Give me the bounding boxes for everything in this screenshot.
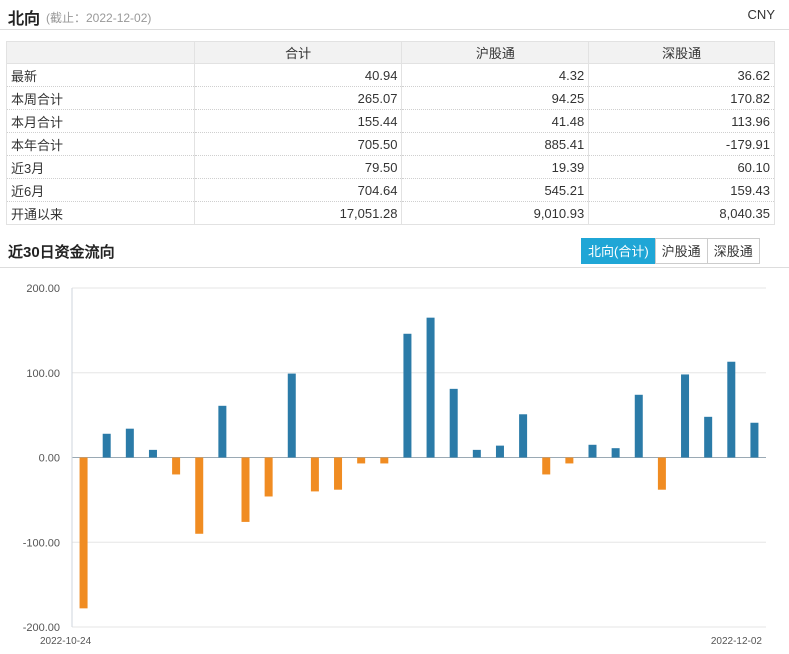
header-bar: 北向 (截止：2022-12-02) CNY	[0, 0, 789, 30]
y-tick-label: 0.00	[39, 453, 60, 465]
page-title: 北向	[8, 11, 41, 28]
channel-tabs: 北向(合计) 沪股通 深股通	[581, 238, 760, 264]
y-tick-label: -100.00	[23, 537, 60, 549]
table-row: 本月合计 155.44 41.48 113.96	[6, 109, 775, 133]
cell-sz: 159.43	[588, 178, 775, 202]
bar	[542, 457, 551, 475]
bar	[334, 457, 343, 490]
cell-sh: 545.21	[401, 178, 590, 202]
bar	[519, 414, 528, 458]
cell-total: 265.07	[193, 86, 403, 110]
tab-northbound-total[interactable]: 北向(合计)	[581, 238, 656, 264]
bar	[403, 333, 412, 458]
bar	[565, 457, 574, 464]
column-header: 深股通	[588, 41, 775, 64]
bar	[102, 433, 111, 458]
cell-total: 40.94	[193, 63, 403, 87]
cell-sh: 885.41	[401, 132, 590, 156]
bar	[426, 317, 435, 458]
bar	[79, 457, 88, 609]
cell-total: 705.50	[193, 132, 403, 156]
bar	[241, 457, 250, 522]
table-row: 最新 40.94 4.32 36.62	[6, 63, 775, 87]
bar	[495, 445, 504, 458]
row-label: 本月合计	[6, 109, 195, 133]
y-tick-label: -200.00	[23, 622, 60, 634]
cell-total: 155.44	[193, 109, 403, 133]
cell-total: 17,051.28	[193, 201, 403, 225]
cell-sh: 94.25	[401, 86, 590, 110]
bar	[218, 405, 227, 458]
table-header-row: 合计 沪股通 深股通	[6, 41, 775, 64]
bar	[750, 422, 759, 458]
table-row: 近6月 704.64 545.21 159.43	[6, 178, 775, 202]
x-tick-label: 2022-10-24	[40, 636, 92, 647]
cell-sz: 36.62	[588, 63, 775, 87]
cell-sh: 41.48	[401, 109, 590, 133]
cell-sz: 170.82	[588, 86, 775, 110]
bar	[611, 448, 620, 458]
bar	[681, 374, 690, 458]
x-tick-label: 2022-12-02	[711, 636, 763, 647]
bar	[357, 457, 366, 464]
cell-total: 704.64	[193, 178, 403, 202]
column-header: 合计	[193, 41, 403, 64]
tab-shanghai-connect[interactable]: 沪股通	[654, 238, 708, 264]
table-row: 开通以来 17,051.28 9,010.93 8,040.35	[6, 201, 775, 225]
column-header: 沪股通	[401, 41, 590, 64]
section-divider	[0, 267, 789, 268]
cell-sz: -179.91	[588, 132, 775, 156]
row-label: 开通以来	[6, 201, 195, 225]
section-title: 近30日资金流向	[8, 244, 115, 261]
bar	[264, 457, 273, 497]
row-label: 最新	[6, 63, 195, 87]
cell-total: 79.50	[193, 155, 403, 179]
bar	[125, 428, 134, 458]
tab-shenzhen-connect[interactable]: 深股通	[706, 238, 760, 264]
fund-flow-chart: 200.00 100.00 0.00 -100.00 -200.00 2022-10-24…	[23, 283, 766, 647]
bar	[588, 444, 597, 458]
y-tick-label: 100.00	[26, 368, 60, 380]
row-label: 近3月	[6, 155, 195, 179]
cell-sz: 60.10	[588, 155, 775, 179]
currency-label: CNY	[747, 7, 775, 22]
cell-sz: 113.96	[588, 109, 775, 133]
table-row: 近3月 79.50 19.39 60.10	[6, 155, 775, 179]
bar	[634, 394, 643, 458]
bar	[172, 457, 181, 475]
bar	[310, 457, 319, 492]
cell-sh: 4.32	[401, 63, 590, 87]
bar	[472, 449, 481, 458]
table-row: 本周合计 265.07 94.25 170.82	[6, 86, 775, 110]
as-of-date: (截止：2022-12-02)	[46, 11, 152, 25]
row-label: 近6月	[6, 178, 195, 202]
row-label: 本周合计	[6, 86, 195, 110]
bar	[727, 361, 736, 458]
bar	[704, 416, 713, 458]
summary-table: 合计 沪股通 深股通 最新 40.94 4.32 36.62 本周合计 265.…	[6, 41, 775, 225]
row-label: 本年合计	[6, 132, 195, 156]
cell-sz: 8,040.35	[588, 201, 775, 225]
y-tick-label: 200.00	[26, 283, 60, 295]
bar	[287, 373, 296, 458]
column-header	[6, 41, 195, 64]
cell-sh: 9,010.93	[401, 201, 590, 225]
bar	[380, 457, 389, 464]
bar	[657, 457, 666, 490]
bar	[195, 457, 204, 534]
bar	[449, 388, 458, 458]
table-row: 本年合计 705.50 885.41 -179.91	[6, 132, 775, 156]
bar	[148, 449, 157, 458]
cell-sh: 19.39	[401, 155, 590, 179]
